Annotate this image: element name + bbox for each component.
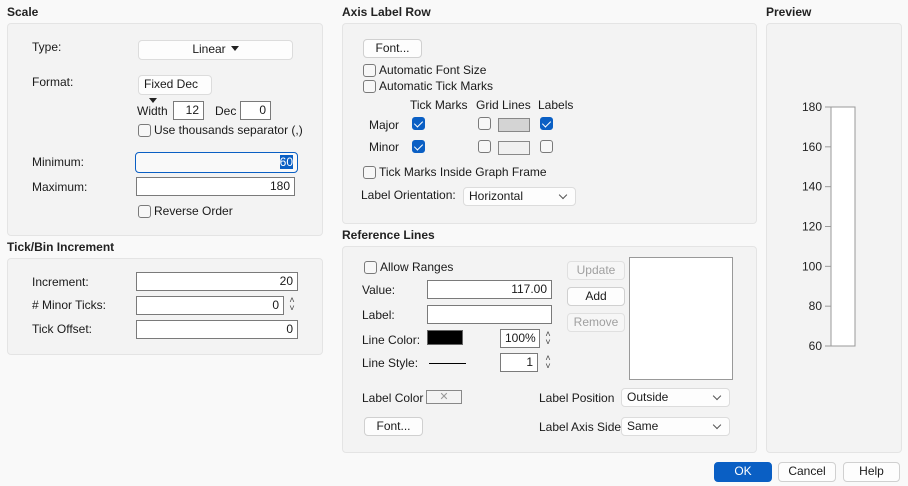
dec-label: Dec — [215, 104, 237, 118]
reference-lines-list[interactable] — [629, 257, 733, 380]
dropdown-arrow-icon — [230, 46, 239, 51]
cancel-button[interactable]: Cancel — [778, 462, 836, 482]
help-button[interactable]: Help — [843, 462, 900, 482]
line-width-input[interactable]: 1 — [500, 353, 538, 372]
line-style-sample[interactable] — [429, 363, 466, 364]
add-button[interactable]: Add — [567, 287, 625, 306]
grid-lines-header: Grid Lines — [476, 98, 531, 112]
minor-grid-color-swatch[interactable] — [498, 141, 530, 155]
label-axis-side-label: Label Axis Side — [539, 420, 622, 434]
ref-title: Reference Lines — [342, 228, 435, 242]
minor-ticks-input[interactable]: 0 — [136, 296, 284, 315]
format-label: Format: — [32, 75, 74, 89]
orientation-dropdown[interactable]: Horizontal — [463, 187, 576, 206]
scale-title: Scale — [7, 5, 39, 19]
preview-title: Preview — [766, 5, 812, 19]
thousands-label: Use thousands separator (,) — [154, 123, 303, 137]
auto-tick-checkbox[interactable] — [363, 80, 376, 93]
preview-frame — [830, 106, 856, 347]
remove-button[interactable]: Remove — [567, 313, 625, 332]
tick-marks-header: Tick Marks — [410, 98, 468, 112]
format-value: Fixed Dec — [144, 77, 199, 91]
major-labels-checkbox[interactable] — [540, 117, 553, 130]
minor-label: Minor — [369, 140, 400, 154]
auto-tick-label: Automatic Tick Marks — [379, 79, 494, 93]
value-input[interactable]: 117.00 — [427, 280, 552, 299]
tick-offset-label: Tick Offset: — [32, 322, 93, 336]
preview-tick-label: 120 — [802, 220, 822, 234]
auto-font-label: Automatic Font Size — [379, 63, 487, 77]
label-input[interactable] — [427, 305, 552, 324]
dec-input[interactable]: 0 — [240, 101, 271, 120]
maximum-input[interactable]: 180 — [136, 177, 295, 196]
preview-tick-label: 160 — [802, 140, 822, 154]
minimum-label: Minimum: — [32, 155, 85, 169]
allow-ranges-label: Allow Ranges — [380, 260, 454, 274]
reverse-order-checkbox[interactable] — [138, 205, 151, 218]
preview-tick-label: 100 — [802, 259, 822, 273]
maximum-label: Maximum: — [32, 180, 88, 194]
axis-font-button[interactable]: Font... — [363, 39, 422, 58]
width-label: Width — [137, 104, 168, 118]
increment-input[interactable]: 20 — [136, 272, 298, 291]
label-label: Label: — [362, 308, 395, 322]
line-style-label: Line Style: — [362, 356, 419, 370]
preview-tick-label: 140 — [802, 180, 822, 194]
type-value: Linear — [192, 42, 226, 56]
line-color-swatch[interactable] — [427, 330, 463, 345]
thousands-checkbox[interactable] — [138, 124, 151, 137]
axis-preview-chart: 60 80 100 120 140 160 180 — [802, 100, 856, 353]
orientation-value: Horizontal — [469, 189, 524, 203]
minimum-input[interactable]: 60 — [135, 152, 298, 173]
label-position-value: Outside — [627, 390, 669, 404]
orientation-label: Label Orientation: — [361, 188, 456, 202]
tick-title: Tick/Bin Increment — [7, 240, 115, 254]
format-dropdown[interactable]: Fixed Dec — [138, 75, 212, 103]
minor-ticks-label: # Minor Ticks: — [32, 298, 107, 312]
width-input[interactable]: 12 — [173, 101, 204, 120]
increment-label: Increment: — [32, 275, 89, 289]
minor-grid-checkbox[interactable] — [478, 140, 491, 153]
chevron-down-icon — [712, 391, 722, 401]
type-label: Type: — [32, 40, 62, 54]
major-tick-checkbox[interactable] — [412, 117, 425, 130]
reverse-order-label: Reverse Order — [154, 204, 233, 218]
labels-header: Labels — [538, 98, 574, 112]
label-position-dropdown[interactable]: Outside — [621, 388, 730, 407]
type-dropdown[interactable]: Linear — [138, 40, 293, 60]
major-grid-checkbox[interactable] — [478, 117, 491, 130]
ref-font-button[interactable]: Font... — [364, 417, 423, 436]
inside-frame-label: Tick Marks Inside Graph Frame — [379, 165, 547, 179]
label-color-label: Label Color — [362, 391, 424, 405]
value-label: Value: — [362, 283, 396, 297]
opacity-spinner[interactable]: ˄ ˅ — [544, 330, 552, 347]
inside-frame-checkbox[interactable] — [363, 166, 376, 179]
label-axis-side-dropdown[interactable]: Same — [621, 417, 730, 436]
line-width-spinner[interactable]: ˄ ˅ — [544, 354, 552, 371]
preview-tick-label: 60 — [809, 339, 823, 353]
major-label: Major — [369, 118, 400, 132]
tick-offset-input[interactable]: 0 — [136, 320, 298, 339]
allow-ranges-checkbox[interactable] — [364, 261, 377, 274]
minor-labels-checkbox[interactable] — [540, 140, 553, 153]
preview-tick-label: 180 — [802, 100, 822, 114]
label-position-label: Label Position — [539, 391, 615, 405]
label-axis-side-value: Same — [627, 419, 659, 433]
chevron-down-icon — [712, 420, 722, 430]
minimum-value: 60 — [279, 155, 293, 169]
ok-button[interactable]: OK — [714, 462, 772, 482]
auto-font-checkbox[interactable] — [363, 64, 376, 77]
label-color-none-swatch[interactable]: ✕ — [426, 390, 462, 404]
axis-title: Axis Label Row — [342, 5, 431, 19]
minor-tick-checkbox[interactable] — [412, 140, 425, 153]
minor-ticks-spinner[interactable]: ˄ ˅ — [288, 296, 296, 313]
dropdown-arrow-icon — [149, 98, 157, 103]
major-grid-color-swatch[interactable] — [498, 118, 530, 132]
preview-tick-label: 80 — [809, 299, 823, 313]
update-button[interactable]: Update — [567, 261, 625, 280]
line-color-label: Line Color: — [362, 333, 421, 347]
opacity-input[interactable]: 100% — [500, 329, 540, 348]
chevron-down-icon — [558, 190, 568, 200]
